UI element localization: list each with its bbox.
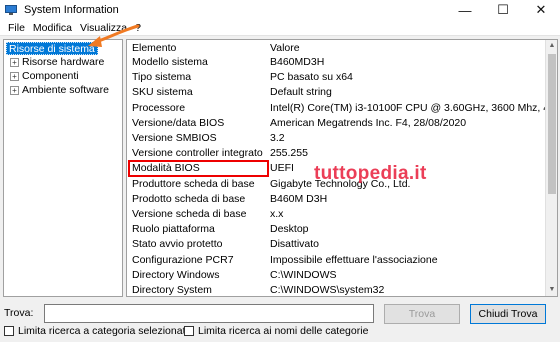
menu-file[interactable]: File (4, 22, 29, 34)
row-element-name: Stato avvio protetto (132, 238, 223, 251)
row-element-value: 3.2 (270, 132, 285, 144)
menu-help[interactable]: ? (131, 22, 145, 34)
scroll-down-icon[interactable]: ▼ (546, 284, 557, 296)
system-information-icon (5, 4, 17, 16)
row-element-value: x.x (270, 208, 284, 220)
expand-icon[interactable]: + (10, 86, 19, 95)
expand-icon[interactable]: + (10, 72, 19, 81)
menu-bar: File Modifica Visualizza ? (0, 20, 560, 36)
close-find-button[interactable]: Chiudi Trova (470, 304, 546, 324)
row-element-name: Tipo sistema (132, 71, 192, 84)
list-row[interactable]: Processore Intel(R) Core(TM) i3-10100F CP… (127, 101, 548, 116)
search-input[interactable] (44, 304, 374, 323)
close-button[interactable]: ✕ (522, 0, 560, 20)
list-row[interactable]: Produttore scheda di base Gigabyte Techno… (127, 177, 547, 192)
window-controls: — ☐ ✕ (446, 0, 560, 20)
list-row[interactable]: Versione scheda di base x.x (127, 207, 547, 222)
row-element-value: Intel(R) Core(TM) i3-10100F CPU @ 3.60GH… (270, 101, 548, 114)
row-element-value: C:\WINDOWS\system32 (270, 284, 385, 296)
row-element-name: Directory System (132, 284, 212, 296)
tree-item-componenti[interactable]: + Componenti (10, 70, 79, 83)
row-element-value: 255.255 (270, 147, 308, 160)
vertical-scrollbar[interactable]: ▲ ▼ (545, 40, 557, 296)
menu-modifica[interactable]: Modifica (29, 22, 76, 34)
row-element-value: PC basato su x64 (270, 71, 353, 84)
list-row[interactable]: Modalità BIOS UEFI (127, 161, 547, 176)
search-label: Trova: (4, 307, 34, 319)
system-information-window: System Information — ☐ ✕ File Modifica V… (0, 0, 560, 342)
row-element-value: UEFI (270, 162, 294, 175)
list-row[interactable]: Prodotto scheda di base B460M D3H (127, 192, 547, 207)
row-element-name: Versione SMBIOS (132, 132, 217, 144)
row-element-name: Prodotto scheda di base (132, 192, 246, 205)
limit-selected-category-checkbox[interactable] (4, 326, 14, 336)
tree-item-label: Componenti (22, 70, 79, 82)
list-row[interactable]: Versione SMBIOS 3.2 (127, 131, 547, 146)
list-row[interactable]: Configurazione PCR7 Impossibile effettuar… (127, 253, 547, 268)
row-element-value: B460MD3H (270, 56, 325, 68)
category-tree[interactable]: Risorse di sistema + Risorse hardware + … (3, 39, 123, 297)
row-element-value: Desktop (270, 223, 309, 236)
checkbox-label: Limita ricerca a categoria selezionata (18, 325, 192, 337)
list-row[interactable]: Stato avvio protetto Disattivato (127, 237, 547, 252)
menu-visualizza[interactable]: Visualizza (76, 22, 131, 34)
row-element-value: American Megatrends Inc. F4, 28/08/2020 (270, 116, 467, 129)
row-element-name: Versione controller integrato (132, 147, 263, 160)
scrollbar-thumb[interactable] (548, 54, 556, 194)
row-element-value: Default string (270, 86, 332, 99)
row-element-name: Ruolo piattaforma (132, 223, 215, 236)
tree-item-label: Risorse hardware (22, 56, 105, 68)
list-row[interactable]: SKU sistema Default string (127, 85, 547, 100)
minimize-button[interactable]: — (446, 0, 484, 20)
column-header-valore[interactable]: Valore (270, 42, 300, 54)
details-list[interactable]: Elemento Valore Modello sistema B460MD3H T… (126, 39, 558, 297)
list-header: Elemento Valore (127, 40, 557, 55)
row-element-value: Impossibile effettuare l'associazione (270, 253, 438, 266)
row-element-name: Versione/data BIOS (132, 116, 225, 129)
list-row[interactable]: Directory System C:\WINDOWS\system32 (127, 283, 547, 296)
limit-selected-category-option[interactable]: Limita ricerca a categoria selezionata (4, 325, 191, 337)
list-row[interactable]: Versione/data BIOS American Megatrends In… (127, 116, 547, 131)
list-row[interactable]: Modello sistema B460MD3H (127, 55, 547, 70)
row-element-name: Versione scheda di base (132, 208, 247, 220)
expand-icon[interactable]: + (10, 58, 19, 67)
row-element-name: Configurazione PCR7 (132, 253, 234, 266)
row-element-name: Produttore scheda di base (132, 177, 255, 190)
list-row[interactable]: Tipo sistema PC basato su x64 (127, 70, 547, 85)
title-bar: System Information — ☐ ✕ (0, 0, 560, 20)
tree-item-risorse-di-sistema[interactable]: Risorse di sistema (6, 42, 98, 55)
window-title: System Information (24, 4, 119, 16)
row-element-value: B460M D3H (270, 192, 328, 205)
row-element-name: Directory Windows (132, 268, 220, 281)
row-element-name: Processore (132, 101, 186, 114)
row-element-value: Disattivato (270, 238, 320, 251)
row-element-name: SKU sistema (132, 86, 193, 99)
tree-item-risorse-hardware[interactable]: + Risorse hardware (10, 56, 104, 69)
limit-category-names-checkbox[interactable] (184, 326, 194, 336)
limit-category-names-option[interactable]: Limita ricerca ai nomi delle categorie (184, 325, 368, 337)
row-element-value: C:\WINDOWS (270, 268, 337, 281)
tree-item-ambiente-software[interactable]: + Ambiente software (10, 84, 109, 97)
list-row[interactable]: Versione controller integrato 255.255 (127, 146, 547, 161)
row-element-name: Modalità BIOS (132, 162, 200, 175)
checkbox-label: Limita ricerca ai nomi delle categorie (198, 325, 369, 337)
find-button[interactable]: Trova (384, 304, 460, 324)
row-element-name: Modello sistema (132, 56, 208, 68)
list-row[interactable]: Ruolo piattaforma Desktop (127, 222, 547, 237)
scroll-up-icon[interactable]: ▲ (546, 40, 557, 52)
tree-item-label: Ambiente software (22, 84, 109, 96)
list-row[interactable]: Directory Windows C:\WINDOWS (127, 268, 547, 283)
maximize-button[interactable]: ☐ (484, 0, 522, 20)
row-element-value: Gigabyte Technology Co., Ltd. (270, 177, 411, 190)
column-header-elemento[interactable]: Elemento (132, 42, 176, 54)
